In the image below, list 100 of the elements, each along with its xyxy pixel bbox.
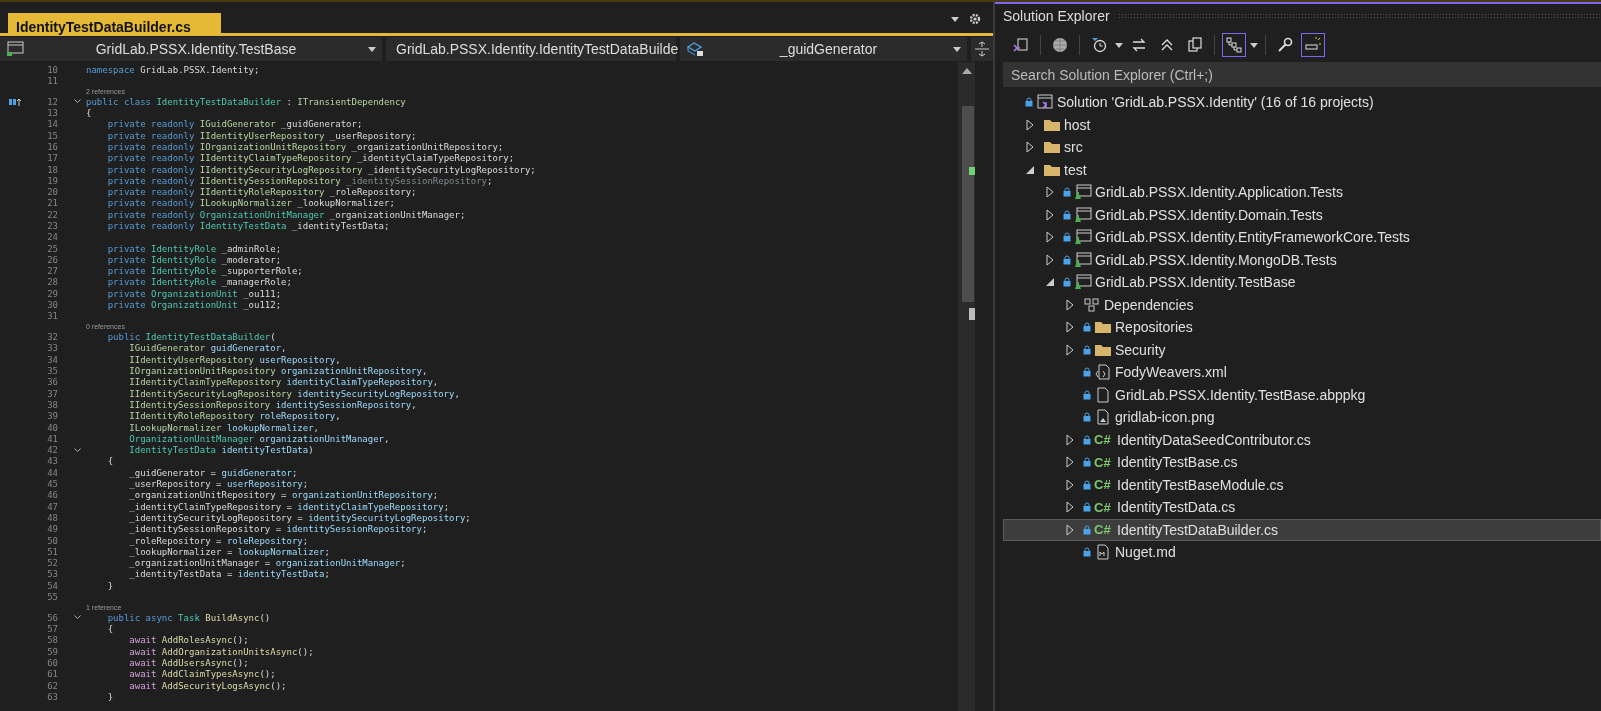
tree-item[interactable]: C# IdentityDataSeedContributor.cs [1003,428,1601,451]
csharp-file-icon: C# [1094,454,1114,470]
collapsed-arrow-icon[interactable] [1064,478,1076,491]
folder-icon [1094,319,1112,336]
tree-item[interactable]: host [1003,113,1601,136]
tree-item[interactable]: GridLab.PSSX.Identity.MongoDB.Tests [1003,248,1601,271]
fold-chevron-icon[interactable] [73,99,81,105]
expanded-arrow-icon[interactable] [1044,276,1056,289]
navigation-dropdown[interactable]: GridLab.PSSX.Identity.IdentityTestDataBuilde [386,37,676,61]
line-number: 12 [46,96,59,107]
code-line: public class IdentityTestDataBuilder : ITransientDependency [85,96,406,107]
navigation-dropdown[interactable]: GridLab.PSSX.Identity.TestBase [0,37,382,61]
code-line: private IdentityRole _supporterRole; [106,266,303,277]
fold-chevron-icon[interactable] [73,615,81,621]
tree-item[interactable]: Nuget.md [1003,541,1601,564]
code-line: private OrganizationUnit _ou112; [106,300,282,311]
settings-icon[interactable] [969,13,981,25]
line-number: 49 [46,524,59,535]
tab-list-caret-icon [951,16,959,22]
line-number: 33 [46,343,59,354]
tree-item[interactable]: GridLab.PSSX.Identity.TestBase.abppkg [1003,383,1601,406]
line-number: 43 [46,456,59,467]
line-number: 56 [46,612,59,623]
line-number: 59 [46,646,59,657]
line-number: 37 [46,388,59,399]
csharp-file-icon: C# [1094,499,1114,515]
line-number: 24 [46,232,59,243]
collapsed-arrow-icon[interactable] [1044,208,1056,221]
line-number: 31 [46,311,59,322]
collapsed-arrow-icon[interactable] [1064,501,1076,514]
line-number: 27 [46,266,59,277]
tree-item[interactable]: C# IdentityTestBaseModule.cs [1003,473,1601,496]
line-number: 25 [46,243,59,254]
tree-item[interactable]: test [1003,158,1601,181]
collapsed-arrow-icon[interactable] [1064,298,1076,311]
line-number: 39 [46,411,59,422]
code-line: ILookupNormalizer lookupNormalizer, [128,422,319,433]
code-line: private readonly IdentityTestData _identityTestData; [106,221,390,231]
tree-item[interactable]: FodyWeavers.xml [1003,361,1601,384]
code-line: IIdentityUserRepository userRepository, [128,354,341,365]
collapsed-arrow-icon[interactable] [1024,141,1036,154]
collapsed-arrow-icon[interactable] [1064,321,1076,334]
collapsed-arrow-icon[interactable] [1064,456,1076,469]
preview-icon[interactable] [1301,33,1325,57]
code-line: _identitySecurityLogRepository = identitySecurityLogRepository; [128,512,471,523]
collapsed-arrow-icon[interactable] [1024,118,1036,131]
collapsed-arrow-icon[interactable] [1044,186,1056,199]
line-number: 54 [46,580,59,591]
lock-icon [1063,209,1071,220]
tree-item[interactable]: C# IdentityTestBase.cs [1003,451,1601,474]
line-number: 42 [46,445,59,456]
tree-item[interactable]: Dependencies [1003,293,1601,316]
editor-tab[interactable]: IdentityTestDataBuilder.cs [8,13,221,33]
collapsed-arrow-icon[interactable] [1064,433,1076,446]
tree-item[interactable]: C# IdentityTestDataBuilder.cs [1003,518,1601,541]
scroll-up-icon[interactable] [962,68,972,74]
lock-icon [1063,187,1071,198]
tree-item[interactable]: Solution 'GridLab.PSSX.Identity' (16 of 16 projects) [1003,91,1601,114]
solution-icon [1036,94,1054,111]
tree-item[interactable]: GridLab.PSSX.Identity.Domain.Tests [1003,203,1601,226]
collapsed-arrow-icon[interactable] [1064,523,1076,536]
code-line: } [106,580,114,591]
caret-icon [368,46,376,52]
line-number: 29 [46,288,59,299]
tree-item[interactable]: gridlab-icon.png [1003,406,1601,429]
lock-icon [1083,322,1091,333]
tree-item[interactable]: GridLab.PSSX.Identity.TestBase [1003,271,1601,294]
line-number: 35 [46,366,59,377]
code-line: await AddClaimTypesAsync(); [128,669,276,680]
line-number: 52 [46,558,59,569]
collapsed-arrow-icon[interactable] [1044,231,1056,244]
tree-nodes-icon[interactable] [1222,33,1246,57]
implementation-marker-icon[interactable] [9,97,21,106]
code-line: private readonly IIdentityRoleRepository _roleRepository; [106,187,417,198]
line-number: 48 [46,512,59,523]
collapsed-arrow-icon[interactable] [1044,253,1056,266]
test-project-icon [1074,251,1092,268]
project-icon [6,41,24,57]
search-field[interactable]: Search Solution Explorer (Ctrl+;) [1003,62,1601,87]
code-line: private OrganizationUnit _ou111; [106,288,282,299]
tree-item[interactable]: C# IdentityTestData.cs [1003,496,1601,519]
collapsed-arrow-icon[interactable] [1064,343,1076,356]
line-number: 20 [46,187,59,198]
split-icon[interactable] [975,41,989,57]
line-number: 28 [46,277,59,288]
vertical-scrollbar[interactable] [958,62,975,711]
tree-item[interactable]: src [1003,136,1601,159]
tree-item[interactable]: GridLab.PSSX.Identity.EntityFrameworkCore.Tests [1003,226,1601,249]
xml-file-icon [1094,364,1112,381]
markdown-file-icon [1094,544,1112,561]
line-number: 60 [46,658,59,668]
fold-chevron-icon[interactable] [73,447,81,453]
code-line: IIdentityClaimTypeRepository identityClaimTypeRepository, [128,377,439,388]
tree-item[interactable]: GridLab.PSSX.Identity.Application.Tests [1003,181,1601,204]
code-line: _organizationUnitManager = organizationUnitManager; [128,558,406,569]
line-number: 58 [46,635,59,646]
tree-item[interactable]: Security [1003,338,1601,361]
tree-item[interactable]: Repositories [1003,316,1601,339]
scrollbar-thumb[interactable] [962,106,974,302]
navigation-dropdown[interactable]: _guidGenerator [680,37,967,61]
